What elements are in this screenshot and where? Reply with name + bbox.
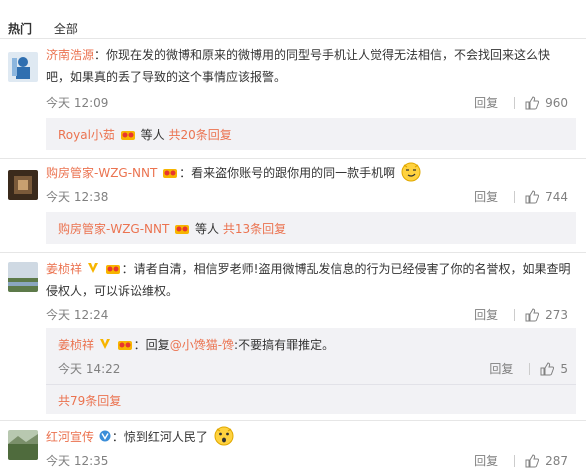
reply-summary[interactable]: 购房管家-WZG-NNT 等人 共13条回复 [46,212,576,244]
thumbs-up-icon[interactable] [525,307,540,322]
avatar[interactable] [8,52,38,82]
comment-text: 济南浩源：你现在发的微博和原来的微博用的同型号手机让人觉得无法相信，不会找回来这… [46,48,551,84]
thumbs-up-icon[interactable] [525,189,540,204]
verified-v-icon [99,430,111,442]
comment-username[interactable]: 姜桢祥 [46,262,82,276]
comment-time: 今天 12:35 [46,454,109,468]
sub-reply-time: 今天 14:22 [58,362,121,376]
view-replies-link[interactable]: 共13条回复 [223,222,286,236]
tab-hot[interactable]: 热门 [8,22,32,36]
fan-badge-icon [175,225,190,234]
reply-button[interactable]: 回复 [474,306,498,323]
reply-username[interactable]: 姜桢祥 [58,338,94,352]
sub-reply-actions: 回复 5 [489,360,568,377]
verified-v-icon [99,339,110,349]
thumbs-up-icon[interactable] [525,95,540,110]
comment-tabs: 热门 全部 [8,20,96,37]
comment-username[interactable]: 济南浩源 [46,48,94,62]
reply-summary[interactable]: Royal小茹 等人 共20条回复 [46,118,576,150]
divider [0,420,586,421]
divider [0,252,586,253]
reply-button[interactable]: 回复 [489,360,513,377]
tab-all[interactable]: 全部 [54,22,78,36]
reply-button[interactable]: 回复 [474,188,498,205]
like-count: 5 [560,361,568,376]
comment-text: 红河宣传 ：惊到红河人民了 [46,426,576,448]
comment-time: 今天 12:38 [46,190,109,204]
like-count: 960 [545,95,568,110]
comment-username[interactable]: 购房管家-WZG-NNT [46,166,157,180]
sub-reply-box: 姜桢祥 ：回复@小馋猫-馋:不要搞有罪推定。 今天 14:22 回复 5 共79… [46,328,576,414]
reply-username[interactable]: 购房管家-WZG-NNT [58,222,169,236]
like-count: 273 [545,307,568,322]
comment-actions: 回复 744 [474,188,568,205]
comment-actions: 回复 960 [474,94,568,111]
reply-username[interactable]: Royal小茹 [58,128,115,142]
avatar[interactable] [8,430,38,460]
comment-username[interactable]: 红河宣传 [46,430,94,444]
fan-badge-icon [163,169,178,178]
comment-time: 今天 12:09 [46,96,109,110]
divider [0,38,586,39]
divider [0,158,586,159]
mention-link[interactable]: @小馋猫-馋 [170,338,234,352]
comment-actions: 回复 273 [474,306,568,323]
fan-badge-icon [105,265,120,274]
reply-button[interactable]: 回复 [474,452,498,469]
view-replies-link[interactable]: 共79条回复 [58,392,121,409]
avatar[interactable] [8,170,38,200]
comment-actions: 回复 287 [474,452,568,469]
thumbs-up-icon[interactable] [525,453,540,468]
reply-button[interactable]: 回复 [474,94,498,111]
verified-v-icon [87,263,98,273]
view-replies-link[interactable]: 共20条回复 [168,128,231,142]
shocked-emoji-icon [214,426,234,446]
avatar[interactable] [8,262,38,292]
like-count: 287 [545,453,568,468]
fan-badge-icon [120,131,135,140]
comment-text: 购房管家-WZG-NNT ：看来盗你账号的跟你用的同一款手机啊 [46,162,576,184]
like-count: 744 [545,189,568,204]
fan-badge-icon [117,341,132,350]
comment-time: 今天 12:24 [46,308,109,322]
thumbs-up-icon[interactable] [540,361,555,376]
smirk-emoji-icon [401,162,421,182]
sub-reply-text: 姜桢祥 ：回复@小馋猫-馋:不要搞有罪推定。 [58,338,335,352]
comment-list: 热门 全部 济南浩源：你现在发的微博和原来的微博用的同型号手机让人觉得无法相信，… [0,0,586,468]
comment-text: 姜桢祥 ：请者自清，相信罗老师!盗用微博乱发信息的行为已经侵害了你的名誉权，如果… [46,262,571,298]
